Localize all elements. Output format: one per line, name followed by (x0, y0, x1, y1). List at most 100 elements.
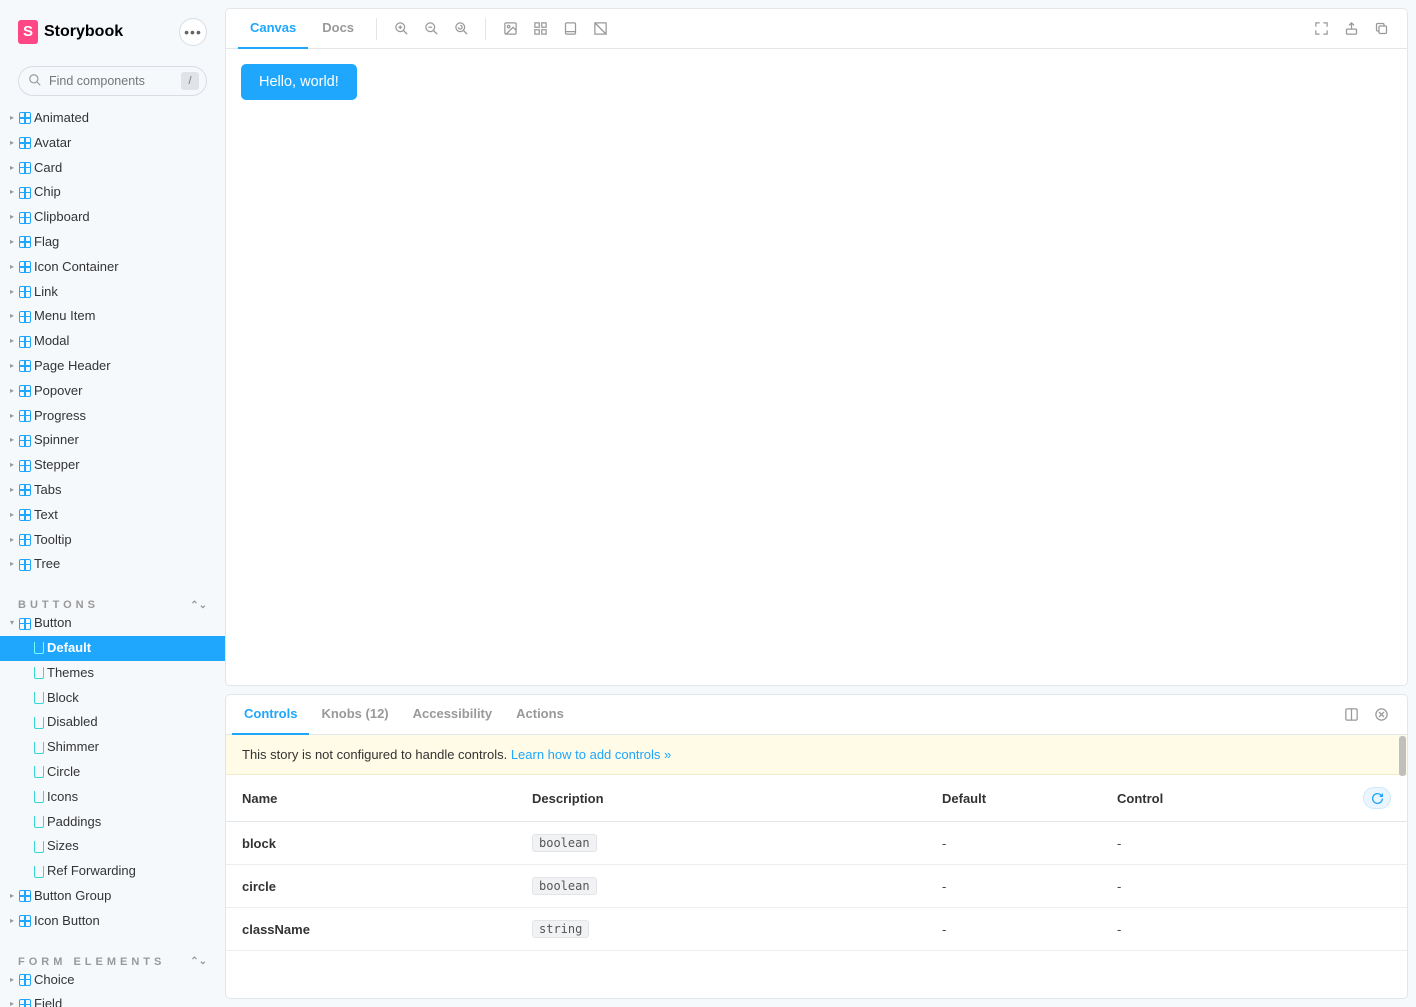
story-item-ref-forwarding[interactable]: Ref Forwarding (0, 859, 225, 884)
story-item-shimmer[interactable]: Shimmer (0, 735, 225, 760)
sidebar-item-field[interactable]: ▸ Field (0, 992, 225, 1007)
sidebar-item-button[interactable]: ▾ Button (0, 611, 225, 636)
copy-link-button[interactable] (1367, 15, 1395, 43)
chevron-right-icon: ▸ (8, 511, 16, 519)
sidebar-item-clipboard[interactable]: ▸ Clipboard (0, 205, 225, 230)
sidebar-item-tabs[interactable]: ▸ Tabs (0, 478, 225, 503)
story-item-disabled[interactable]: Disabled (0, 710, 225, 735)
group-header-form-elements[interactable]: FORM ELEMENTS ⌃⌄ (0, 956, 225, 968)
chevron-right-icon: ▸ (8, 214, 16, 222)
component-icon (19, 890, 31, 902)
sidebar-item-choice[interactable]: ▸ Choice (0, 968, 225, 993)
prop-name: className (242, 922, 532, 937)
measure-button[interactable] (586, 15, 614, 43)
prop-default: - (942, 836, 1117, 851)
tree-label: Shimmer (47, 737, 99, 758)
sidebar-item-tree[interactable]: ▸ Tree (0, 552, 225, 577)
background-button[interactable] (496, 15, 524, 43)
tab-knobs[interactable]: Knobs (12) (309, 695, 400, 735)
sidebar-item-progress[interactable]: ▸ Progress (0, 404, 225, 429)
chevron-right-icon: ▸ (8, 114, 16, 122)
sidebar-item-button-group[interactable]: ▸ Button Group (0, 884, 225, 909)
tab-accessibility[interactable]: Accessibility (401, 695, 505, 735)
group-header-buttons[interactable]: BUTTONS ⌃⌄ (0, 599, 225, 611)
refresh-icon (1371, 792, 1384, 805)
search-container: / (18, 66, 207, 96)
tree-label: Text (34, 505, 58, 526)
chevron-right-icon: ▸ (8, 362, 16, 370)
scrollbar[interactable] (1399, 736, 1406, 776)
zoom-reset-button[interactable] (447, 15, 475, 43)
sidebar-item-flag[interactable]: ▸ Flag (0, 230, 225, 255)
sidebar-item-card[interactable]: ▸ Card (0, 156, 225, 181)
chevron-down-icon: ▾ (8, 620, 16, 628)
search-input[interactable] (18, 66, 207, 96)
sidebar-item-stepper[interactable]: ▸ Stepper (0, 453, 225, 478)
chevron-right-icon: ▸ (8, 561, 16, 569)
zoom-out-button[interactable] (417, 15, 445, 43)
sidebar-item-spinner[interactable]: ▸ Spinner (0, 428, 225, 453)
tree-label: Themes (47, 663, 94, 684)
component-icon (19, 460, 31, 472)
open-in-new-button[interactable] (1337, 15, 1365, 43)
viewport-button[interactable] (556, 15, 584, 43)
preview-toolbar: Canvas Docs (226, 9, 1407, 49)
sidebar-item-popover[interactable]: ▸ Popover (0, 379, 225, 404)
col-name: Name (242, 791, 532, 806)
panel-orientation-button[interactable] (1337, 701, 1365, 729)
grid-button[interactable] (526, 15, 554, 43)
story-item-themes[interactable]: Themes (0, 661, 225, 686)
component-icon (19, 112, 31, 124)
component-tree[interactable]: ▸ Animated ▸ Avatar ▸ Card ▸ Chip ▸ Clip… (0, 106, 225, 1007)
notice-link[interactable]: Learn how to add controls » (511, 747, 671, 762)
component-icon (19, 435, 31, 447)
tree-label: Progress (34, 406, 86, 427)
sidebar-item-icon-button[interactable]: ▸ Icon Button (0, 909, 225, 934)
sidebar-item-avatar[interactable]: ▸ Avatar (0, 131, 225, 156)
sidebar-item-link[interactable]: ▸ Link (0, 280, 225, 305)
sidebar-item-menu-item[interactable]: ▸ Menu Item (0, 304, 225, 329)
reset-controls-button[interactable] (1363, 787, 1391, 809)
zoom-in-button[interactable] (387, 15, 415, 43)
tab-actions[interactable]: Actions (504, 695, 576, 735)
chevron-right-icon: ▸ (8, 412, 16, 420)
story-item-block[interactable]: Block (0, 686, 225, 711)
controls-header-row: Name Description Default Control (226, 775, 1407, 822)
notice-text: This story is not configured to handle c… (242, 747, 511, 762)
tab-docs[interactable]: Docs (310, 9, 366, 49)
sidebar: Storybook ••• / ▸ Animated ▸ Avatar ▸ Ca… (0, 0, 225, 1007)
story-item-circle[interactable]: Circle (0, 760, 225, 785)
story-item-default[interactable]: Default (0, 636, 225, 661)
sidebar-item-animated[interactable]: ▸ Animated (0, 106, 225, 131)
prop-control[interactable]: - (1117, 879, 1343, 894)
story-icon (34, 667, 44, 679)
menu-button[interactable]: ••• (179, 18, 207, 46)
sidebar-item-page-header[interactable]: ▸ Page Header (0, 354, 225, 379)
fullscreen-button[interactable] (1307, 15, 1335, 43)
chevron-right-icon: ▸ (8, 892, 16, 900)
story-item-sizes[interactable]: Sizes (0, 834, 225, 859)
story-item-paddings[interactable]: Paddings (0, 810, 225, 835)
sidebar-item-chip[interactable]: ▸ Chip (0, 180, 225, 205)
prop-type: string (532, 920, 942, 938)
prop-control[interactable]: - (1117, 836, 1343, 851)
tree-label: Circle (47, 762, 80, 783)
sidebar-item-modal[interactable]: ▸ Modal (0, 329, 225, 354)
chevron-right-icon: ▸ (8, 1001, 16, 1007)
tab-canvas[interactable]: Canvas (238, 9, 308, 49)
panel-close-button[interactable] (1367, 701, 1395, 729)
sidebar-item-icon-container[interactable]: ▸ Icon Container (0, 255, 225, 280)
story-item-icons[interactable]: Icons (0, 785, 225, 810)
sidebar-item-tooltip[interactable]: ▸ Tooltip (0, 528, 225, 553)
tab-controls[interactable]: Controls (232, 695, 309, 735)
demo-button[interactable]: Hello, world! (241, 64, 357, 100)
storybook-logo-icon (18, 20, 38, 44)
chevron-right-icon: ▸ (8, 536, 16, 544)
tree-label: Icon Button (34, 911, 100, 932)
storybook-logo[interactable]: Storybook (18, 20, 123, 44)
prop-control[interactable]: - (1117, 922, 1343, 937)
component-icon (19, 509, 31, 521)
component-icon (19, 187, 31, 199)
sidebar-item-text[interactable]: ▸ Text (0, 503, 225, 528)
component-icon (19, 336, 31, 348)
